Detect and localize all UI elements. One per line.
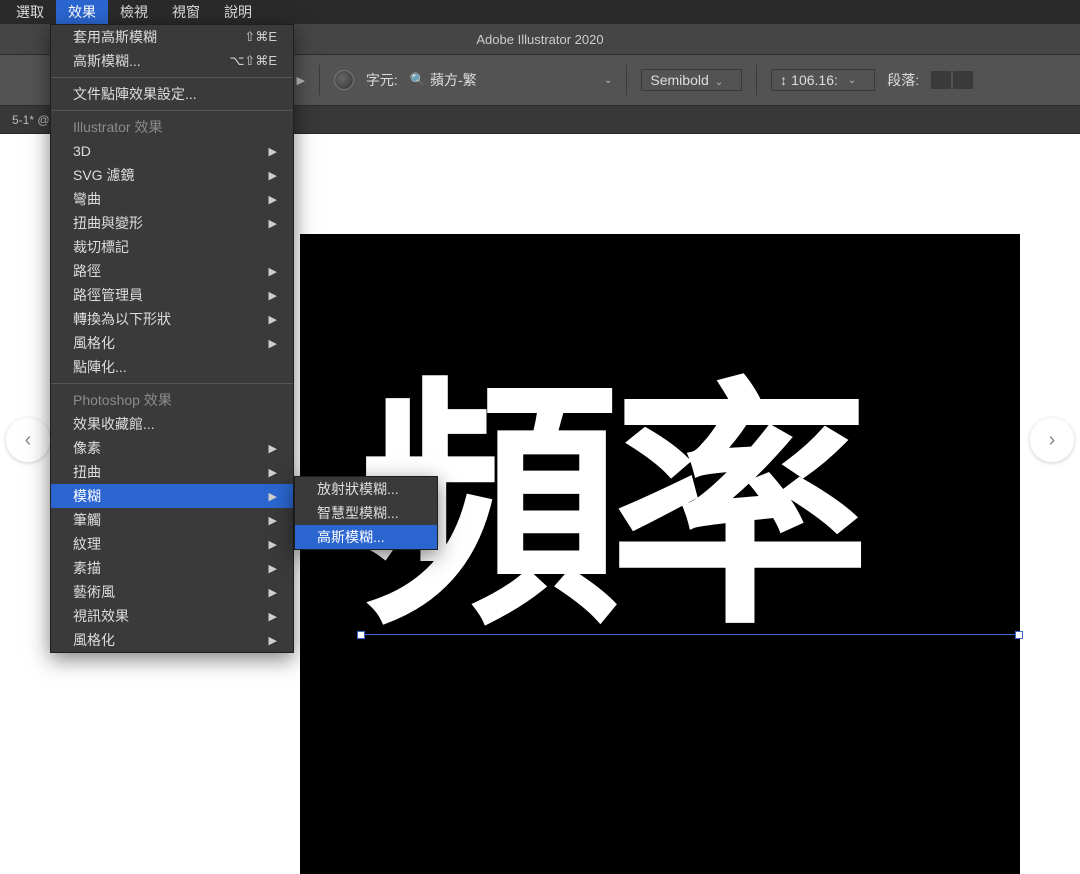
menu-item-effect-gallery[interactable]: 效果收藏館... xyxy=(51,412,293,436)
chevron-right-icon[interactable]: ▶ xyxy=(296,74,304,87)
menu-item-apply-gaussian-blur[interactable]: 套用高斯模糊⇧⌘E xyxy=(51,25,293,49)
font-search[interactable]: 🔍 蘋方-繁 xyxy=(410,70,590,90)
menu-item-document-raster-settings[interactable]: 文件點陣效果設定... xyxy=(51,82,293,106)
menu-item-crop-marks[interactable]: 裁切標記 xyxy=(51,235,293,259)
style-swatch-icon[interactable] xyxy=(334,70,354,90)
system-menubar: 選取 效果 檢視 視窗 說明 xyxy=(0,0,1080,24)
menu-item-pixelate[interactable]: 像素▶ xyxy=(51,436,293,460)
effects-menu-dropdown: 套用高斯模糊⇧⌘E 高斯模糊...⌥⇧⌘E 文件點陣效果設定... Illust… xyxy=(50,24,294,653)
menu-item-path[interactable]: 路徑▶ xyxy=(51,259,293,283)
submenu-item-smart-blur[interactable]: 智慧型模糊... xyxy=(295,501,437,525)
submenu-item-gaussian-blur[interactable]: 高斯模糊... xyxy=(295,525,437,549)
menu-item-texture[interactable]: 紋理▶ xyxy=(51,532,293,556)
menu-help[interactable]: 說明 xyxy=(212,0,264,24)
menu-item-3d[interactable]: 3D▶ xyxy=(51,139,293,163)
font-weight-select[interactable]: Semibold⌄ xyxy=(641,69,742,91)
menu-item-stylize-ps[interactable]: 風格化▶ xyxy=(51,628,293,652)
submenu-item-radial-blur[interactable]: 放射狀模糊... xyxy=(295,477,437,501)
carousel-next-button[interactable]: › xyxy=(1030,418,1074,462)
menu-item-rasterize[interactable]: 點陣化... xyxy=(51,355,293,379)
font-size-field[interactable]: ↕ 106.16:⌄ xyxy=(771,69,875,91)
menu-item-pathfinder[interactable]: 路徑管理員▶ xyxy=(51,283,293,307)
chevron-left-icon: ‹ xyxy=(25,429,32,452)
menu-item-video[interactable]: 視訊效果▶ xyxy=(51,604,293,628)
menu-item-sketch[interactable]: 素描▶ xyxy=(51,556,293,580)
menu-effects[interactable]: 效果 xyxy=(56,0,108,24)
font-family-field[interactable]: 蘋方-繁 xyxy=(430,70,590,90)
menu-item-brush-strokes[interactable]: 筆觸▶ xyxy=(51,508,293,532)
menu-item-blur[interactable]: 模糊▶ xyxy=(51,484,293,508)
menu-item-svg-filters[interactable]: SVG 濾鏡▶ xyxy=(51,163,293,187)
carousel-prev-button[interactable]: ‹ xyxy=(6,418,50,462)
app-title: Adobe Illustrator 2020 xyxy=(476,32,603,47)
menu-item-artistic[interactable]: 藝術風▶ xyxy=(51,580,293,604)
blur-submenu: 放射狀模糊... 智慧型模糊... 高斯模糊... xyxy=(294,476,438,550)
text-baseline-indicator xyxy=(360,634,1020,635)
paragraph-label: 段落: xyxy=(887,70,919,90)
menu-item-distort[interactable]: 扭曲▶ xyxy=(51,460,293,484)
menu-heading-illustrator: Illustrator 效果 xyxy=(51,115,293,139)
menu-item-convert-to-shape[interactable]: 轉換為以下形狀▶ xyxy=(51,307,293,331)
paragraph-align-group[interactable] xyxy=(931,71,973,89)
menu-heading-photoshop: Photoshop 效果 xyxy=(51,388,293,412)
menu-item-distort-transform[interactable]: 扭曲與變形▶ xyxy=(51,211,293,235)
search-icon: 🔍 xyxy=(410,72,426,88)
menu-item-gaussian-blur[interactable]: 高斯模糊...⌥⇧⌘E xyxy=(51,49,293,73)
menu-select[interactable]: 選取 xyxy=(4,0,56,24)
document-tab[interactable]: 5-1* @ xyxy=(6,113,56,127)
artboard[interactable]: 頻率 xyxy=(300,234,1020,874)
character-label: 字元: xyxy=(366,70,398,90)
chevron-down-icon[interactable]: ⌄ xyxy=(604,75,612,86)
menu-window[interactable]: 視窗 xyxy=(160,0,212,24)
menu-view[interactable]: 檢視 xyxy=(108,0,160,24)
menu-item-stylize-ai[interactable]: 風格化▶ xyxy=(51,331,293,355)
chevron-right-icon: › xyxy=(1049,429,1056,452)
menu-item-warp[interactable]: 彎曲▶ xyxy=(51,187,293,211)
